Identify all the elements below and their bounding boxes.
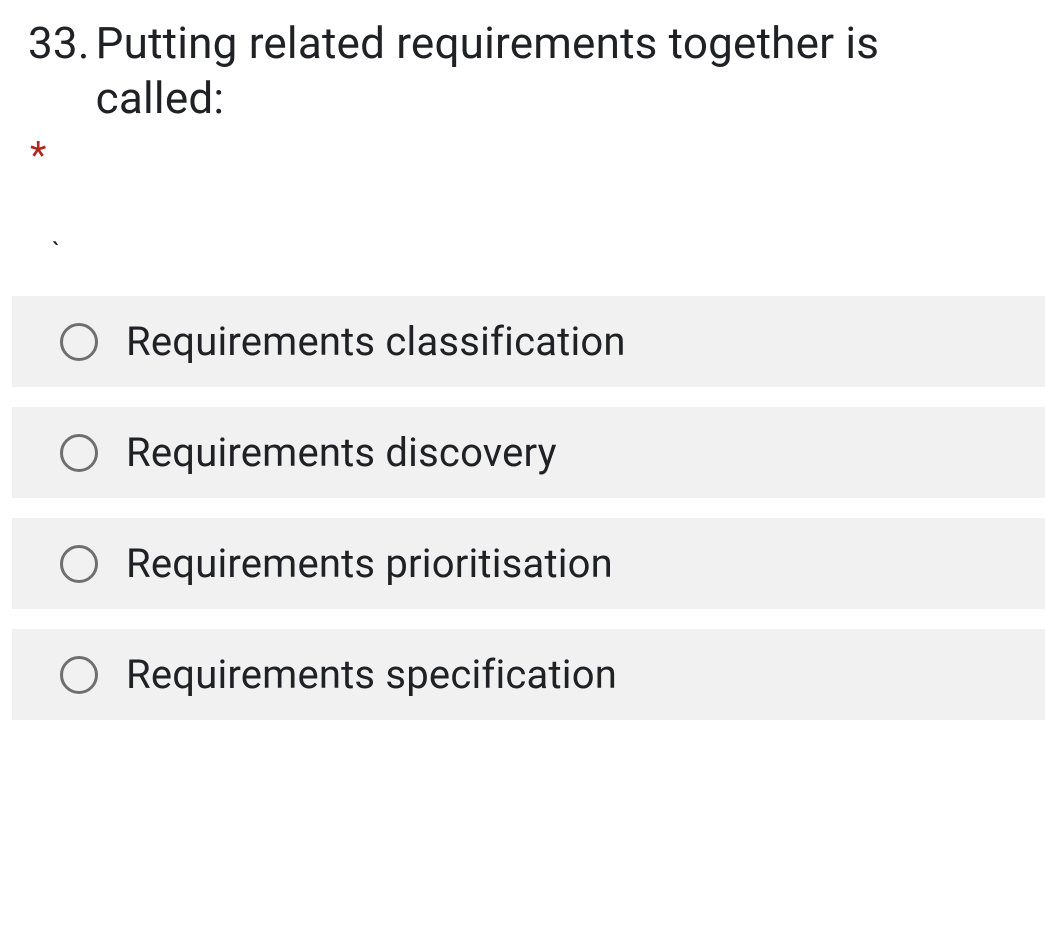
option-label: Requirements prioritisation: [126, 540, 613, 587]
option-requirements-prioritisation[interactable]: Requirements prioritisation: [12, 518, 1045, 609]
question-number: 33.: [28, 16, 90, 71]
radio-icon: [60, 656, 98, 694]
option-requirements-discovery[interactable]: Requirements discovery: [12, 407, 1045, 498]
radio-icon: [60, 323, 98, 361]
question-header: 33. Putting related requirements togethe…: [0, 16, 1045, 268]
quiz-question-card: 33. Putting related requirements togethe…: [0, 0, 1045, 800]
option-label: Requirements specification: [126, 651, 617, 698]
options-list: Requirements classification Requirements…: [0, 296, 1045, 720]
option-requirements-specification[interactable]: Requirements specification: [12, 629, 1045, 720]
stray-backtick: `: [28, 238, 1045, 268]
option-label: Requirements discovery: [126, 429, 557, 476]
radio-icon: [60, 434, 98, 472]
option-requirements-classification[interactable]: Requirements classification: [12, 296, 1045, 387]
radio-icon: [60, 545, 98, 583]
option-label: Requirements classification: [126, 318, 626, 365]
question-text: Putting related requirements together is…: [96, 16, 1016, 126]
required-indicator: *: [28, 134, 1045, 178]
question-row: 33. Putting related requirements togethe…: [28, 16, 1045, 126]
